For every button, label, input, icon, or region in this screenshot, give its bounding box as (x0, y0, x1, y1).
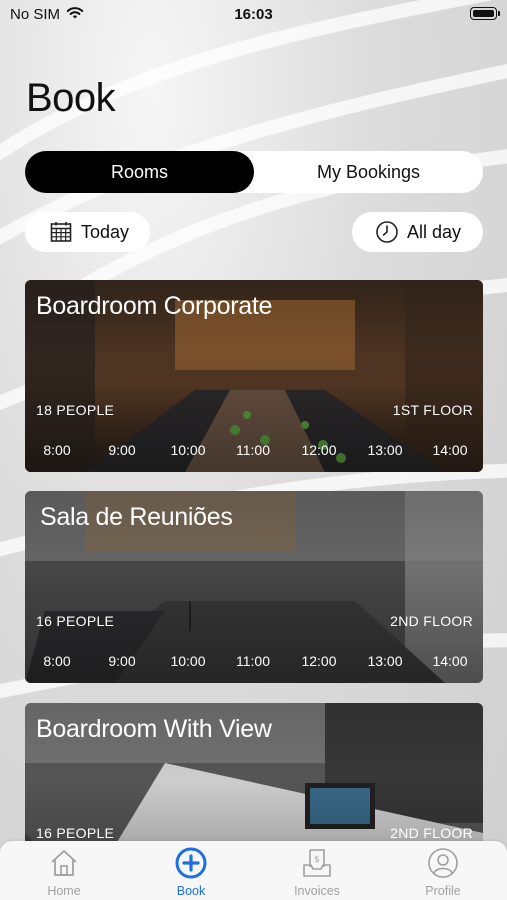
tab-label: Book (176, 884, 206, 898)
date-filter-button[interactable]: Today (25, 212, 150, 252)
tab-label: Home (47, 884, 81, 898)
tab-rooms[interactable]: Rooms (25, 151, 254, 193)
room-name: Boardroom With View (36, 715, 272, 743)
time-slot[interactable]: 11:00 (228, 653, 278, 669)
time-slot[interactable]: 13:00 (360, 653, 410, 669)
room-capacity: 18 PEOPLE (36, 402, 115, 418)
clock: 16:03 (234, 6, 273, 23)
time-slot[interactable]: 10:00 (163, 653, 213, 669)
page-title: Book (26, 76, 116, 120)
tab-invoices[interactable]: $ Invoices (254, 841, 380, 900)
time-slot[interactable]: 12:00 (294, 653, 344, 669)
room-name: Boardroom Corporate (36, 292, 273, 320)
time-slots: 8:00 9:00 10:00 11:00 12:00 13:00 14:00 (25, 653, 483, 671)
room-name: Sala de Reuniões (40, 503, 233, 531)
time-slot[interactable]: 14:00 (425, 442, 475, 458)
room-card[interactable]: Boardroom Corporate 18 PEOPLE 1ST FLOOR … (25, 280, 483, 472)
profile-icon (427, 847, 459, 879)
room-capacity: 16 PEOPLE (36, 613, 115, 629)
home-icon (48, 847, 80, 879)
tab-my-bookings[interactable]: My Bookings (254, 151, 483, 193)
tab-label: Invoices (294, 884, 340, 898)
time-slot[interactable]: 9:00 (97, 442, 147, 458)
invoice-icon: $ (301, 847, 333, 879)
room-card[interactable]: Sala de Reuniões 16 PEOPLE 2ND FLOOR 8:0… (25, 491, 483, 683)
plus-circle-icon (175, 847, 207, 879)
time-slots: 8:00 9:00 10:00 11:00 12:00 13:00 14:00 (25, 442, 483, 460)
calendar-icon (49, 220, 73, 244)
bottom-tab-bar: Home Book $ Invoices Profile (0, 841, 507, 900)
time-slot[interactable]: 14:00 (425, 653, 475, 669)
tab-home[interactable]: Home (1, 841, 127, 900)
time-slot[interactable]: 12:00 (294, 442, 344, 458)
time-slot[interactable]: 8:00 (32, 653, 82, 669)
tab-book[interactable]: Book (128, 841, 254, 900)
room-floor: 1ST FLOOR (392, 402, 473, 418)
rooms-bookings-segmented-control: Rooms My Bookings (25, 151, 483, 193)
clock-icon (375, 220, 399, 244)
time-slot[interactable]: 8:00 (32, 442, 82, 458)
time-filter-button[interactable]: All day (352, 212, 483, 252)
battery-icon (470, 7, 500, 20)
time-slot[interactable]: 13:00 (360, 442, 410, 458)
room-floor: 2ND FLOOR (390, 825, 473, 841)
room-floor: 2ND FLOOR (390, 613, 473, 629)
tab-label: Profile (425, 884, 461, 898)
time-filter-label: All day (407, 221, 462, 242)
date-filter-label: Today (81, 221, 130, 242)
tab-profile[interactable]: Profile (380, 841, 506, 900)
time-slot[interactable]: 9:00 (97, 653, 147, 669)
time-slot[interactable]: 10:00 (163, 442, 213, 458)
room-capacity: 16 PEOPLE (36, 825, 115, 841)
status-bar: No SIM 16:03 (0, 0, 507, 30)
time-slot[interactable]: 11:00 (228, 442, 278, 458)
svg-text:$: $ (314, 855, 320, 865)
